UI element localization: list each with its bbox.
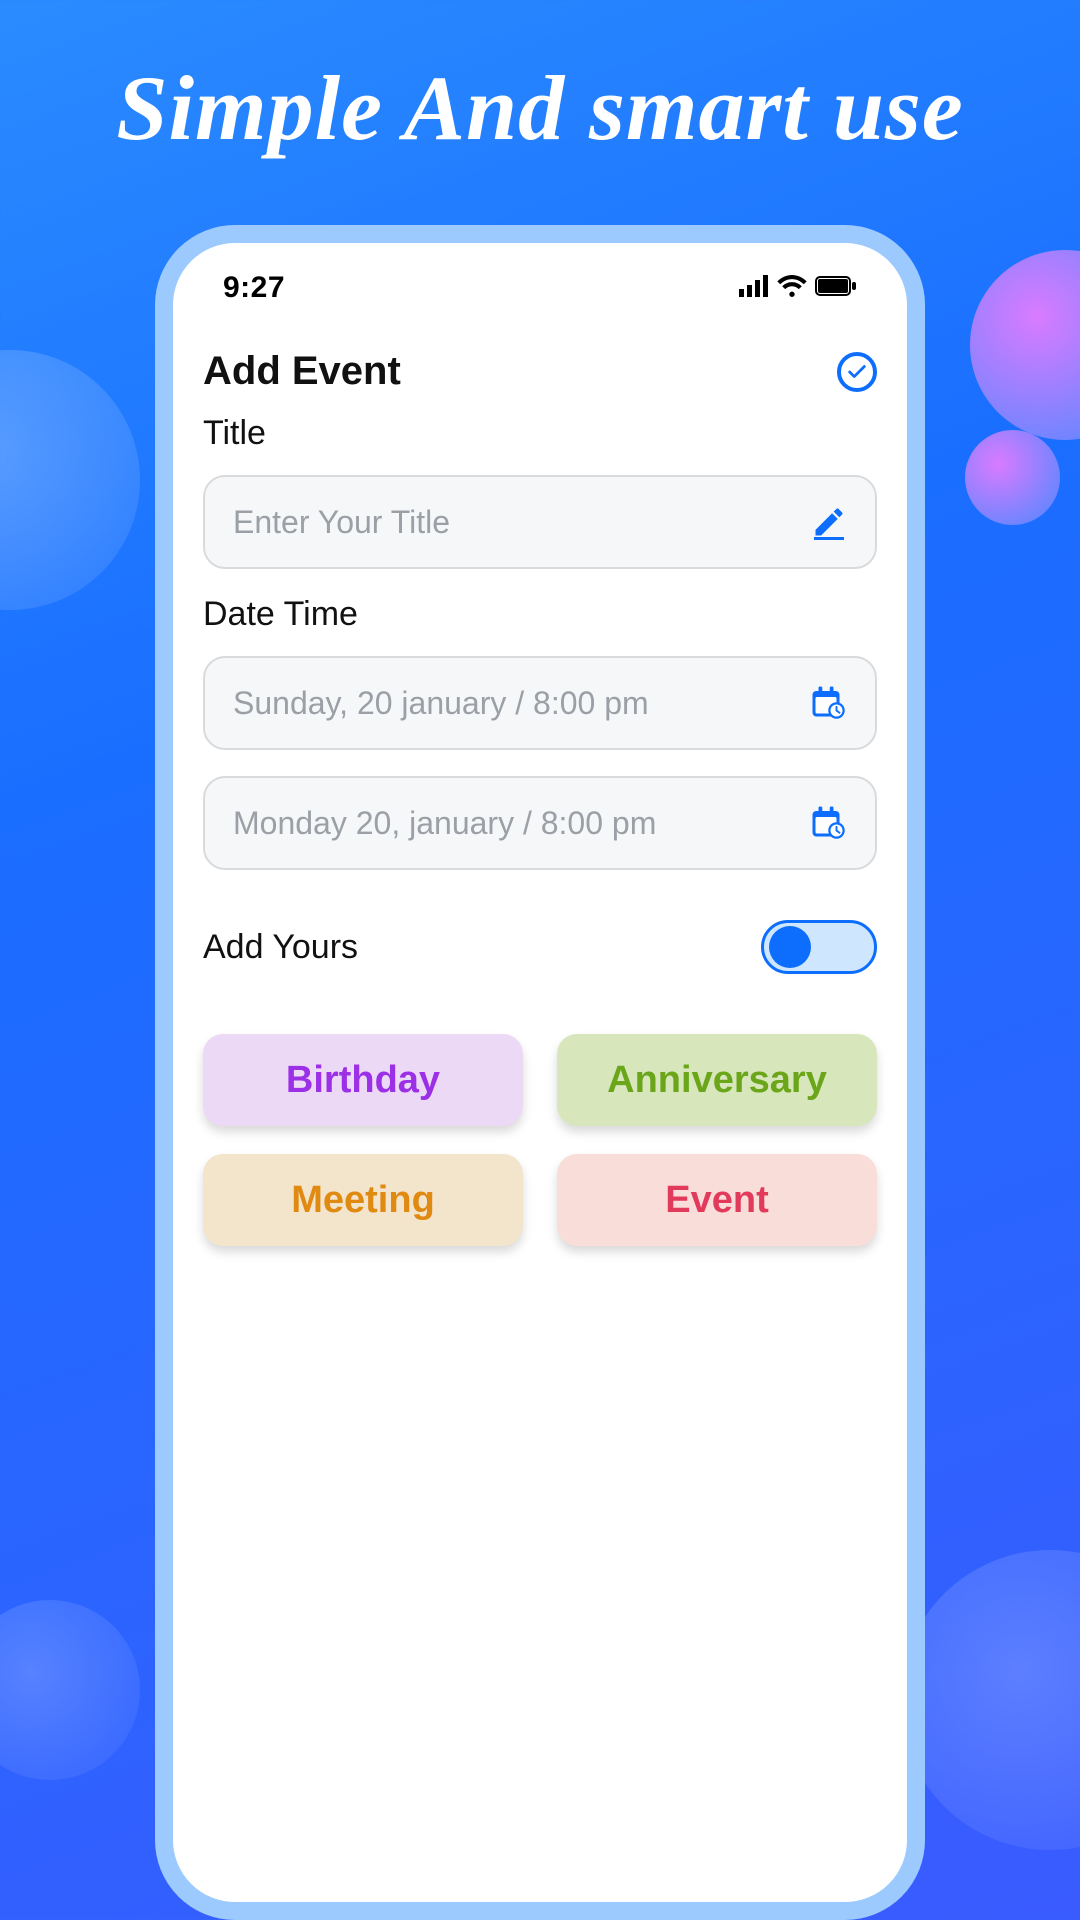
title-label: Title	[203, 414, 877, 453]
decorative-bubble	[970, 250, 1080, 440]
title-placeholder: Enter Your Title	[233, 504, 811, 541]
decorative-bubble	[965, 430, 1060, 525]
calendar-clock-icon	[811, 805, 847, 841]
page-title: Add Event	[203, 349, 401, 394]
toggle-knob	[769, 926, 811, 968]
end-datetime-input[interactable]: Monday 20, january / 8:00 pm	[203, 776, 877, 870]
decorative-bubble	[0, 1600, 140, 1780]
confirm-button[interactable]	[837, 352, 877, 392]
category-label: Meeting	[291, 1179, 435, 1222]
title-input[interactable]: Enter Your Title	[203, 475, 877, 569]
category-event-button[interactable]: Event	[557, 1154, 877, 1246]
start-datetime-input[interactable]: Sunday, 20 january / 8:00 pm	[203, 656, 877, 750]
start-datetime-value: Sunday, 20 january / 8:00 pm	[233, 685, 811, 722]
status-time: 9:27	[223, 271, 285, 305]
category-label: Event	[665, 1179, 768, 1222]
battery-icon	[815, 276, 857, 301]
decorative-bubble	[900, 1550, 1080, 1850]
edit-icon	[811, 504, 847, 540]
category-meeting-button[interactable]: Meeting	[203, 1154, 523, 1246]
hero-title: Simple And smart use	[0, 55, 1080, 161]
status-icons	[739, 275, 857, 302]
category-label: Anniversary	[607, 1059, 827, 1102]
phone-screen: 9:27 Add Event Title Enter Your Title	[173, 243, 907, 1902]
category-anniversary-button[interactable]: Anniversary	[557, 1034, 877, 1126]
datetime-label: Date Time	[203, 595, 877, 634]
calendar-clock-icon	[811, 685, 847, 721]
category-grid: Birthday Anniversary Meeting Event	[203, 1034, 877, 1246]
screen-header: Add Event	[203, 349, 877, 394]
status-bar: 9:27	[203, 263, 877, 309]
check-icon	[846, 361, 868, 383]
wifi-icon	[777, 275, 807, 302]
add-yours-toggle[interactable]	[761, 920, 877, 974]
end-datetime-value: Monday 20, january / 8:00 pm	[233, 805, 811, 842]
add-yours-row: Add Yours	[203, 920, 877, 974]
decorative-bubble	[0, 350, 140, 610]
cellular-icon	[739, 275, 769, 302]
category-label: Birthday	[286, 1059, 440, 1102]
add-yours-label: Add Yours	[203, 928, 358, 967]
category-birthday-button[interactable]: Birthday	[203, 1034, 523, 1126]
phone-frame: 9:27 Add Event Title Enter Your Title	[155, 225, 925, 1920]
